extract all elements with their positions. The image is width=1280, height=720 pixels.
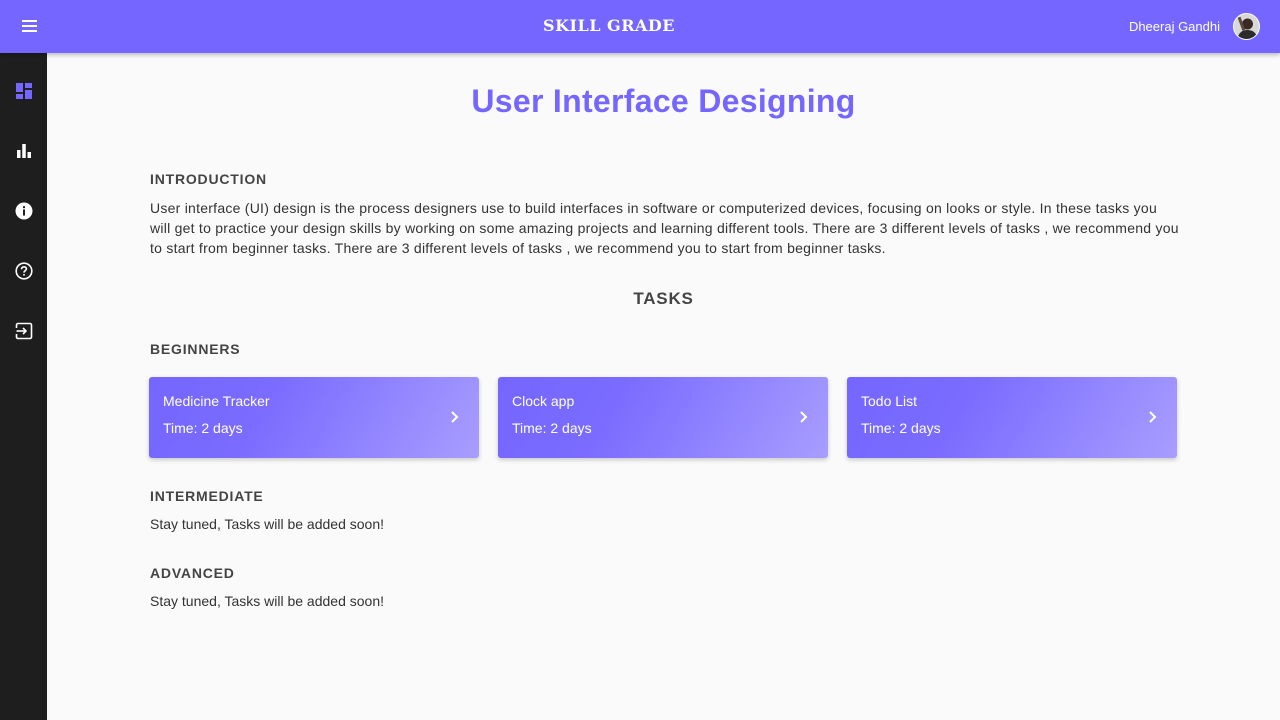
- beginners-heading: BEGINNERS: [150, 341, 241, 357]
- sidebar-item-logout[interactable]: [0, 311, 47, 351]
- sidebar-item-analytics[interactable]: [0, 131, 47, 171]
- chevron-right-icon: [451, 411, 459, 423]
- task-card-medicine-tracker[interactable]: Medicine Tracker Time: 2 days: [149, 377, 479, 458]
- task-card-title: Medicine Tracker: [163, 393, 270, 409]
- task-card-time: Time: 2 days: [512, 420, 592, 436]
- task-card-title: Todo List: [861, 393, 918, 409]
- advanced-heading: ADVANCED: [150, 565, 235, 581]
- sidebar-nav: [0, 53, 47, 720]
- chevron-right-icon: [800, 411, 808, 423]
- bar-chart-icon: [16, 144, 31, 158]
- task-card-clock-app[interactable]: Clock app Time: 2 days: [498, 377, 828, 458]
- sidebar-item-help[interactable]: [0, 251, 47, 291]
- page-title: User Interface Designing: [471, 83, 856, 119]
- user-name[interactable]: Dheeraj Gandhi: [1129, 19, 1220, 34]
- chevron-right-icon: [1149, 411, 1157, 423]
- info-icon: [15, 202, 32, 220]
- sidebar-item-dashboard[interactable]: [0, 71, 47, 111]
- brand-title: SKILL GRADE: [543, 16, 675, 35]
- sidebar-item-info[interactable]: [0, 191, 47, 231]
- task-card-time: Time: 2 days: [861, 420, 941, 436]
- dashboard-icon: [15, 83, 32, 99]
- main-content: User Interface Designing INTRODUCTION Us…: [47, 53, 1280, 720]
- avatar[interactable]: [1233, 13, 1260, 40]
- task-card-todo-list[interactable]: Todo List Time: 2 days: [847, 377, 1177, 458]
- task-card-time: Time: 2 days: [163, 420, 243, 436]
- tasks-heading: TASKS: [633, 289, 694, 308]
- help-icon: [14, 262, 33, 280]
- task-card-title: Clock app: [512, 393, 575, 409]
- top-app-bar: SKILL GRADE Dheeraj Gandhi: [0, 0, 1280, 53]
- logout-icon: [15, 322, 32, 340]
- intermediate-heading: INTERMEDIATE: [150, 488, 264, 504]
- intermediate-message: Stay tuned, Tasks will be added soon!: [150, 516, 385, 532]
- intro-heading: INTRODUCTION: [150, 171, 267, 187]
- advanced-message: Stay tuned, Tasks will be added soon!: [150, 593, 385, 609]
- intro-text: User interface (UI) design is the proces…: [150, 200, 1179, 256]
